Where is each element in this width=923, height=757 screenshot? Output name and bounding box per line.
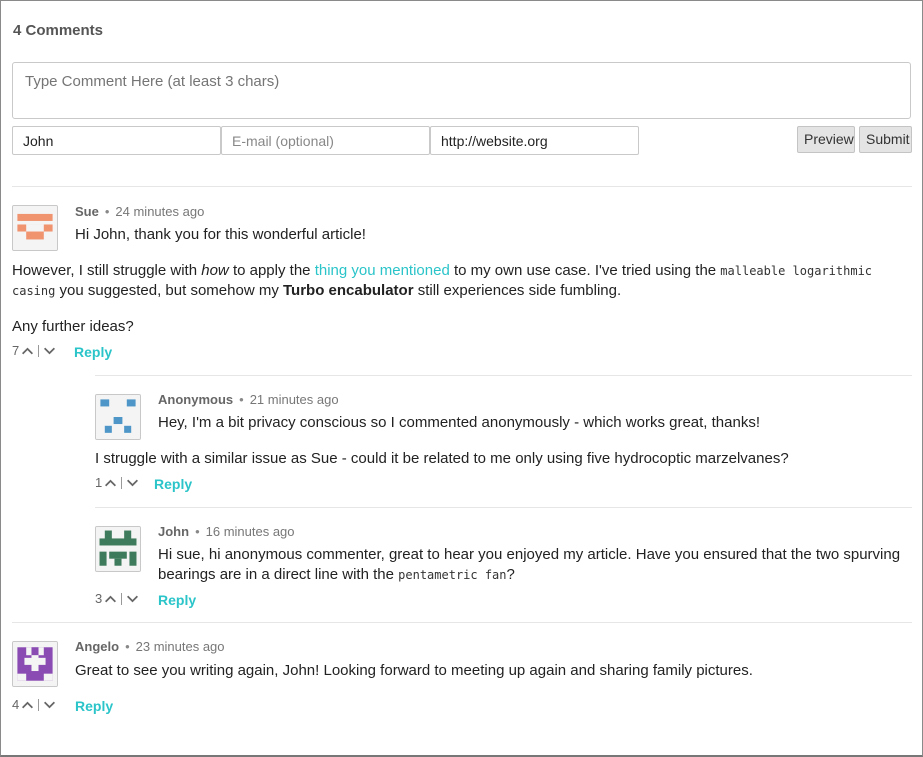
vote-controls: 1: [95, 475, 139, 490]
website-field[interactable]: [430, 126, 639, 155]
comment-time[interactable]: 24 minutes ago: [115, 204, 204, 219]
downvote-icon[interactable]: [126, 594, 139, 604]
downvote-icon[interactable]: [126, 478, 139, 488]
comment-body: Great to see you writing again, John! Lo…: [75, 662, 753, 679]
divider: [12, 186, 912, 187]
identicon-john: [96, 527, 140, 571]
vote-controls: 7: [12, 343, 56, 358]
email-field[interactable]: [221, 126, 430, 155]
avatar-angelo: [12, 641, 58, 687]
comment-body: However, I still struggle with how to ap…: [12, 262, 873, 299]
preview-button[interactable]: Preview: [797, 126, 855, 153]
separator-dot: •: [104, 204, 110, 219]
vote-count: 7: [12, 343, 20, 358]
separator-dot: •: [239, 392, 244, 407]
divider: [95, 375, 912, 376]
comment-meta: Angelo • 23 minutes ago: [75, 639, 225, 654]
comment-greeting: Hey, I'm a bit privacy conscious so I co…: [158, 414, 760, 431]
reply-button[interactable]: Reply: [74, 344, 112, 360]
reply-button[interactable]: Reply: [158, 592, 196, 608]
vote-controls: 3: [95, 591, 139, 606]
comments-widget: 4 Comments Preview Submit Sue • 24 minutes…: [0, 0, 923, 757]
comment-meta: Anonymous • 21 minutes ago: [158, 392, 339, 407]
comment-meta: Sue • 24 minutes ago: [75, 204, 204, 219]
author-name[interactable]: Anonymous: [158, 392, 233, 407]
comment-link[interactable]: thing you mentioned: [315, 262, 450, 279]
submit-button[interactable]: Submit: [859, 126, 912, 153]
reply-button[interactable]: Reply: [75, 698, 113, 714]
vote-count: 4: [12, 697, 20, 712]
author-name[interactable]: Sue: [75, 204, 99, 219]
downvote-icon[interactable]: [43, 346, 56, 356]
comment-meta: John • 16 minutes ago: [158, 524, 295, 539]
separator-dot: •: [125, 639, 130, 654]
author-name[interactable]: Angelo: [75, 639, 119, 654]
divider: [12, 622, 912, 623]
comments-count: 4 Comments: [13, 22, 104, 39]
vote-divider: [121, 476, 123, 489]
name-field[interactable]: [12, 126, 221, 155]
comment-body-2: Any further ideas?: [12, 318, 134, 335]
vote-divider: [121, 592, 123, 605]
vote-count: 3: [95, 591, 103, 606]
avatar-john: [95, 526, 141, 572]
downvote-icon[interactable]: [43, 700, 56, 710]
upvote-icon[interactable]: [104, 594, 117, 604]
vote-controls: 4: [12, 697, 56, 712]
reply-button[interactable]: Reply: [154, 476, 192, 492]
identicon-anonymous: [96, 395, 140, 439]
vote-divider: [38, 698, 40, 711]
comment-greeting: Hi John, thank you for this wonderful ar…: [75, 226, 366, 243]
comment-time[interactable]: 16 minutes ago: [206, 524, 295, 539]
upvote-icon[interactable]: [104, 478, 117, 488]
comment-textarea[interactable]: [12, 62, 911, 119]
upvote-icon[interactable]: [21, 700, 34, 710]
comment-time[interactable]: 23 minutes ago: [136, 639, 225, 654]
divider: [95, 507, 912, 508]
separator-dot: •: [195, 524, 200, 539]
comment-time[interactable]: 21 minutes ago: [250, 392, 339, 407]
vote-divider: [38, 344, 40, 357]
upvote-icon[interactable]: [21, 346, 34, 356]
vote-count: 1: [95, 475, 103, 490]
avatar-sue: [12, 205, 58, 251]
comment-body: I struggle with a similar issue as Sue -…: [95, 450, 789, 467]
comment-body: Hi sue, hi anonymous commenter, great to…: [158, 546, 901, 583]
avatar-anonymous: [95, 394, 141, 440]
identicon-sue: [13, 206, 57, 250]
identicon-angelo: [13, 642, 57, 686]
author-name[interactable]: John: [158, 524, 189, 539]
